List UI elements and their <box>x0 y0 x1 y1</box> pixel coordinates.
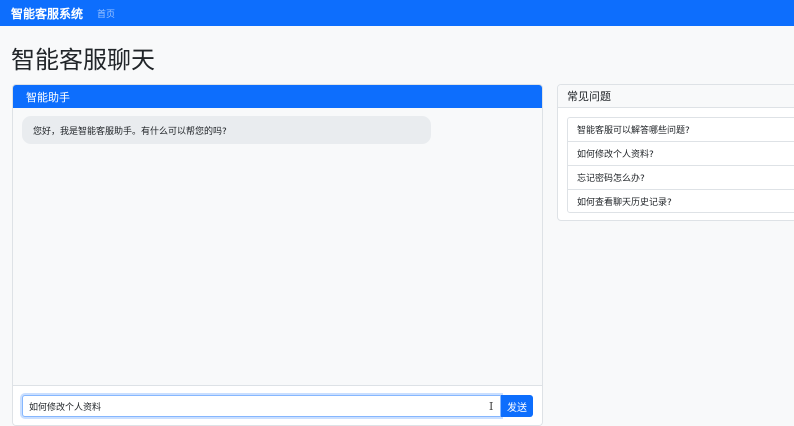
nav-link-home[interactable]: 首页 <box>97 7 115 20</box>
faq-item[interactable]: 智能客服可以解答哪些问题? <box>567 117 794 141</box>
chat-panel: 智能助手 您好，我是智能客服助手。有什么可以帮您的吗? I 发送 <box>12 84 543 426</box>
faq-item[interactable]: 忘记密码怎么办? <box>567 165 794 189</box>
message-input[interactable] <box>22 395 501 417</box>
chat-messages: 您好，我是智能客服助手。有什么可以帮您的吗? <box>13 108 542 385</box>
page-title: 智能客服聊天 <box>11 46 155 74</box>
chat-footer: I 发送 <box>13 385 542 425</box>
assistant-message: 您好，我是智能客服助手。有什么可以帮您的吗? <box>22 116 431 144</box>
text-cursor-icon: I <box>489 400 494 413</box>
faq-item[interactable]: 如何修改个人资料? <box>567 141 794 165</box>
faq-panel: 常见问题 智能客服可以解答哪些问题? 如何修改个人资料? 忘记密码怎么办? 如何… <box>557 84 794 221</box>
faq-header: 常见问题 <box>558 85 794 108</box>
send-button[interactable]: 发送 <box>501 395 533 417</box>
brand-link[interactable]: 智能客服系统 <box>11 5 83 22</box>
faq-item[interactable]: 如何查看聊天历史记录? <box>567 189 794 213</box>
chat-header: 智能助手 <box>13 85 542 108</box>
navbar: 智能客服系统 首页 <box>0 0 794 26</box>
faq-list: 智能客服可以解答哪些问题? 如何修改个人资料? 忘记密码怎么办? 如何查看聊天历… <box>558 108 794 213</box>
